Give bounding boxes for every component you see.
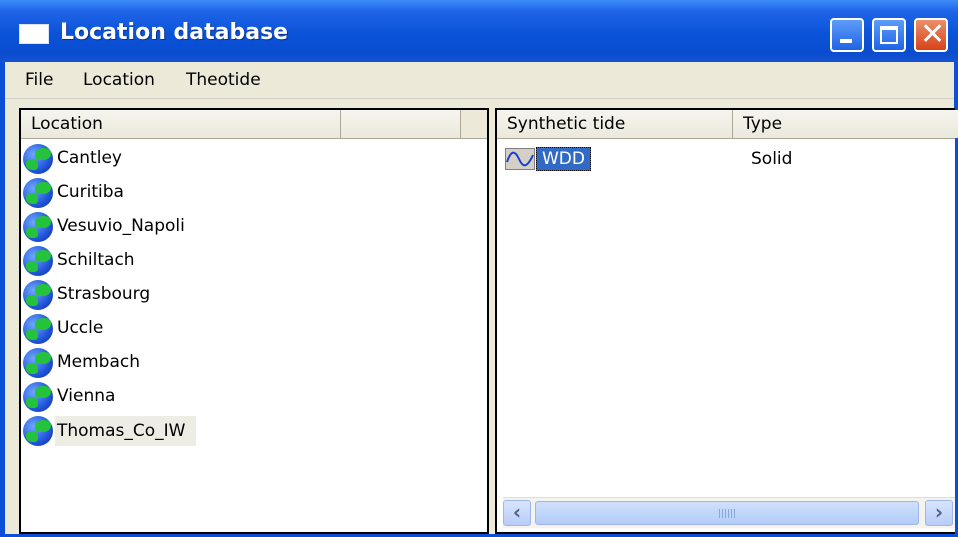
column-header-synthetic-tide-label: Synthetic tide [507,114,626,134]
grip-icon [719,509,735,518]
column-header-empty[interactable] [341,110,461,138]
tide-type: Solid [751,149,793,169]
column-header-type-label: Type [743,114,783,134]
globe-icon [23,348,53,378]
column-header-synthetic-tide[interactable]: Synthetic tide [497,110,733,138]
window-icon [19,24,49,44]
location-name: Uccle [57,318,104,338]
wave-icon [505,148,535,170]
minimize-icon [840,39,852,43]
maximize-icon [880,26,898,44]
globe-icon [23,144,53,174]
globe-icon [23,416,53,446]
globe-icon [23,246,53,276]
location-list-header: Location [21,110,487,139]
horizontal-scrollbar[interactable]: ‹ › [503,497,955,528]
location-name: Cantley [57,148,122,168]
menu-file[interactable]: File [25,70,53,90]
location-name: Schiltach [57,250,135,270]
globe-icon [23,382,53,412]
location-name: Thomas_Co_IW [55,416,196,446]
synthetic-tide-list[interactable]: Synthetic tide Type WDD Solid ‹ › [495,108,958,534]
scroll-left-button[interactable]: ‹ [503,500,531,526]
scrollbar-thumb[interactable] [535,501,919,525]
tide-row-wdd[interactable]: WDD Solid [505,146,945,172]
app-window: Location database ✕ File Location Theoti… [0,0,958,537]
location-list[interactable]: Location Cantley Curitiba Vesuvio_Napoli [19,108,489,534]
tide-name: WDD [536,147,591,171]
window-title: Location database [60,20,289,45]
panel-splitter[interactable] [491,108,494,534]
column-header-type[interactable]: Type [733,110,958,138]
column-header-location-label: Location [31,114,103,134]
chevron-left-icon: ‹ [512,500,522,524]
location-name: Membach [57,352,141,372]
close-button[interactable]: ✕ [914,17,948,52]
globe-icon [23,314,53,344]
globe-icon [23,178,53,208]
location-name: Vesuvio_Napoli [57,216,185,236]
window-client-area: File Location Theotide Location Cantley … [5,62,958,534]
menu-bar: File Location Theotide [5,62,954,99]
location-name: Vienna [57,386,116,406]
menu-theotide[interactable]: Theotide [186,70,261,90]
globe-icon [23,280,53,310]
location-name: Strasbourg [57,284,151,304]
menu-location[interactable]: Location [83,70,155,90]
scroll-right-button[interactable]: › [925,500,953,526]
tide-list-header: Synthetic tide Type [497,110,958,139]
chevron-right-icon: › [934,500,944,524]
title-bar[interactable]: Location database ✕ [0,0,958,62]
close-icon: ✕ [920,17,946,52]
globe-icon [23,212,53,242]
column-header-location[interactable]: Location [21,110,341,138]
minimize-button[interactable] [830,18,864,52]
maximize-button[interactable] [872,18,906,52]
location-name: Curitiba [57,182,124,202]
